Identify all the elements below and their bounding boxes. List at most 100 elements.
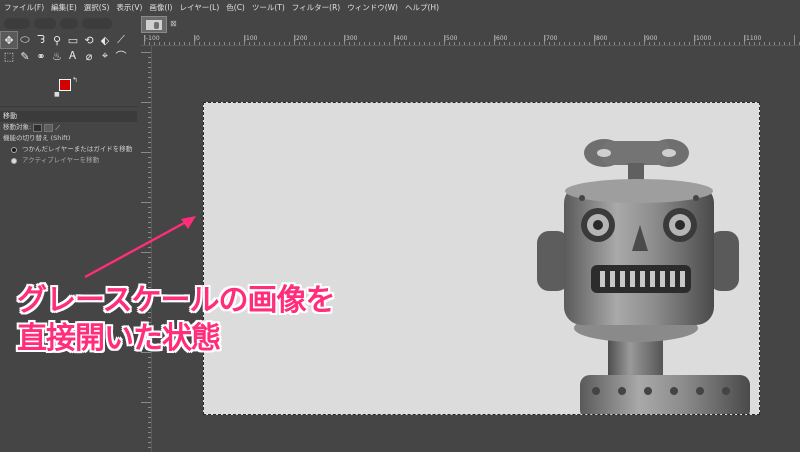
tool-icon[interactable]: ✥	[0, 31, 18, 49]
ruler-tick	[148, 387, 151, 388]
tool-icon[interactable]: ♨	[49, 48, 65, 64]
ruler-tick	[148, 212, 151, 213]
tool-icon[interactable]: ⬭	[17, 32, 33, 48]
radio-active-layer[interactable]	[11, 157, 17, 164]
swap-colors-icon[interactable]: ↰	[72, 76, 78, 84]
option-active-layer[interactable]: アクティブレイヤーを移動	[0, 155, 137, 166]
menu-item[interactable]: 編集(E)	[51, 2, 77, 13]
menu-item[interactable]: ツール(T)	[252, 2, 285, 13]
ruler-tick	[564, 42, 565, 45]
ruler-tick	[704, 42, 705, 45]
option-pick-layer[interactable]: つかんだレイヤーまたはガイドを移動	[0, 144, 137, 155]
tool-icon[interactable]: ⟋	[113, 32, 129, 48]
tool-icon[interactable]: ▭	[65, 32, 81, 48]
ruler-horizontal[interactable]: |-100 |0 |100 |200 |300 |400 |500 |600 |700 |800 |…	[141, 35, 800, 46]
tool-icon[interactable]: Ꭺ	[65, 48, 81, 64]
menu-item[interactable]: フィルター(R)	[292, 2, 340, 13]
move-path-mode-icon[interactable]: ⟋	[55, 124, 64, 132]
ruler-tick	[148, 127, 151, 128]
tool-icon[interactable]: ⬖	[97, 32, 113, 48]
ruler-tick	[514, 42, 515, 45]
tool-icon[interactable]: ⬚	[1, 48, 17, 64]
ruler-tick	[148, 232, 151, 233]
ruler-tick	[254, 42, 255, 45]
ruler-tick	[684, 42, 685, 45]
menu-item[interactable]: 表示(V)	[116, 2, 142, 13]
ruler-tick	[654, 42, 655, 45]
ruler-tick	[309, 42, 310, 45]
tool-icon[interactable]: ᘊ	[33, 32, 49, 48]
ruler-tick	[148, 277, 151, 278]
ruler-tick	[148, 367, 151, 368]
ruler-tick	[154, 42, 155, 45]
menu-item[interactable]: ファイル(F)	[4, 2, 44, 13]
ruler-tick	[148, 172, 151, 173]
ruler-tick	[148, 82, 151, 83]
ruler-tick	[148, 57, 151, 58]
ruler-tick	[609, 42, 610, 45]
ruler-tick	[204, 42, 205, 45]
ruler-label: |100	[244, 35, 258, 42]
ruler-tick	[148, 182, 151, 183]
ruler-tick	[324, 42, 325, 45]
ruler-tick	[519, 42, 520, 45]
menu-item[interactable]: 画像(I)	[149, 2, 172, 13]
ruler-tick	[784, 42, 785, 45]
ruler-tick	[404, 42, 405, 45]
ruler-tick	[159, 42, 160, 45]
ruler-tick	[239, 42, 240, 45]
tool-icon[interactable]: ⌒	[113, 48, 129, 64]
tool-options-panel: 移動 移動対象: ⟋ 機能の切り替え (Shift) つかんだレイヤーまたはガイ…	[0, 111, 137, 166]
tool-icon[interactable]: ✎	[17, 48, 33, 64]
menu-item[interactable]: 色(C)	[226, 2, 245, 13]
menu-item[interactable]: 選択(S)	[84, 2, 110, 13]
ruler-tick	[529, 42, 530, 45]
ruler-label: |800	[594, 35, 608, 42]
ruler-label: |-100	[144, 35, 160, 42]
ruler-tick	[209, 42, 210, 45]
ruler-tick	[141, 52, 151, 53]
ruler-tick	[584, 42, 585, 45]
ruler-tick	[504, 42, 505, 45]
tool-icon[interactable]: ⚲	[49, 32, 65, 48]
tool-icon[interactable]: ⌖	[97, 48, 113, 64]
ruler-tick	[148, 117, 151, 118]
ruler-tick	[184, 42, 185, 45]
ruler-tick	[724, 42, 725, 45]
ruler-tick	[619, 42, 620, 45]
ruler-tick	[579, 42, 580, 45]
reset-colors-icon[interactable]: ■	[54, 91, 60, 98]
image-tab[interactable]	[141, 16, 167, 33]
ruler-tick	[148, 107, 151, 108]
tool-icon[interactable]: ⌀	[81, 48, 97, 64]
ruler-tick	[439, 42, 440, 45]
ruler-tick	[259, 42, 260, 45]
move-layer-mode-button[interactable]	[33, 123, 43, 132]
tab-close-icon[interactable]: ⊠	[170, 19, 177, 28]
image-canvas[interactable]	[203, 102, 760, 415]
radio-pick-layer[interactable]	[11, 146, 17, 153]
move-selection-mode-button[interactable]	[44, 123, 54, 132]
menu-item[interactable]: ウィンドウ(W)	[347, 2, 398, 13]
ruler-tick	[148, 437, 151, 438]
ruler-label: |1100	[744, 35, 762, 42]
menu-item[interactable]: レイヤー(L)	[179, 2, 219, 13]
robot-photo	[204, 103, 759, 414]
foreground-color-swatch[interactable]	[59, 79, 71, 91]
ruler-label: |300	[344, 35, 358, 42]
ruler-tick	[779, 42, 780, 45]
ruler-tick	[339, 42, 340, 45]
menu-item[interactable]: ヘルプ(H)	[405, 2, 439, 13]
ruler-tick	[364, 42, 365, 45]
ruler-tick	[148, 137, 151, 138]
tool-icon[interactable]: ⚭	[33, 48, 49, 64]
ruler-tick	[141, 152, 151, 153]
ruler-vertical[interactable]	[141, 46, 152, 452]
color-selector[interactable]: ↰ ■	[54, 76, 84, 102]
ruler-tick	[148, 132, 151, 133]
ruler-tick	[174, 42, 175, 45]
ruler-tick	[764, 42, 765, 45]
tool-icon[interactable]: ⟲	[81, 32, 97, 48]
ruler-tick	[148, 77, 151, 78]
ruler-tick	[484, 42, 485, 45]
